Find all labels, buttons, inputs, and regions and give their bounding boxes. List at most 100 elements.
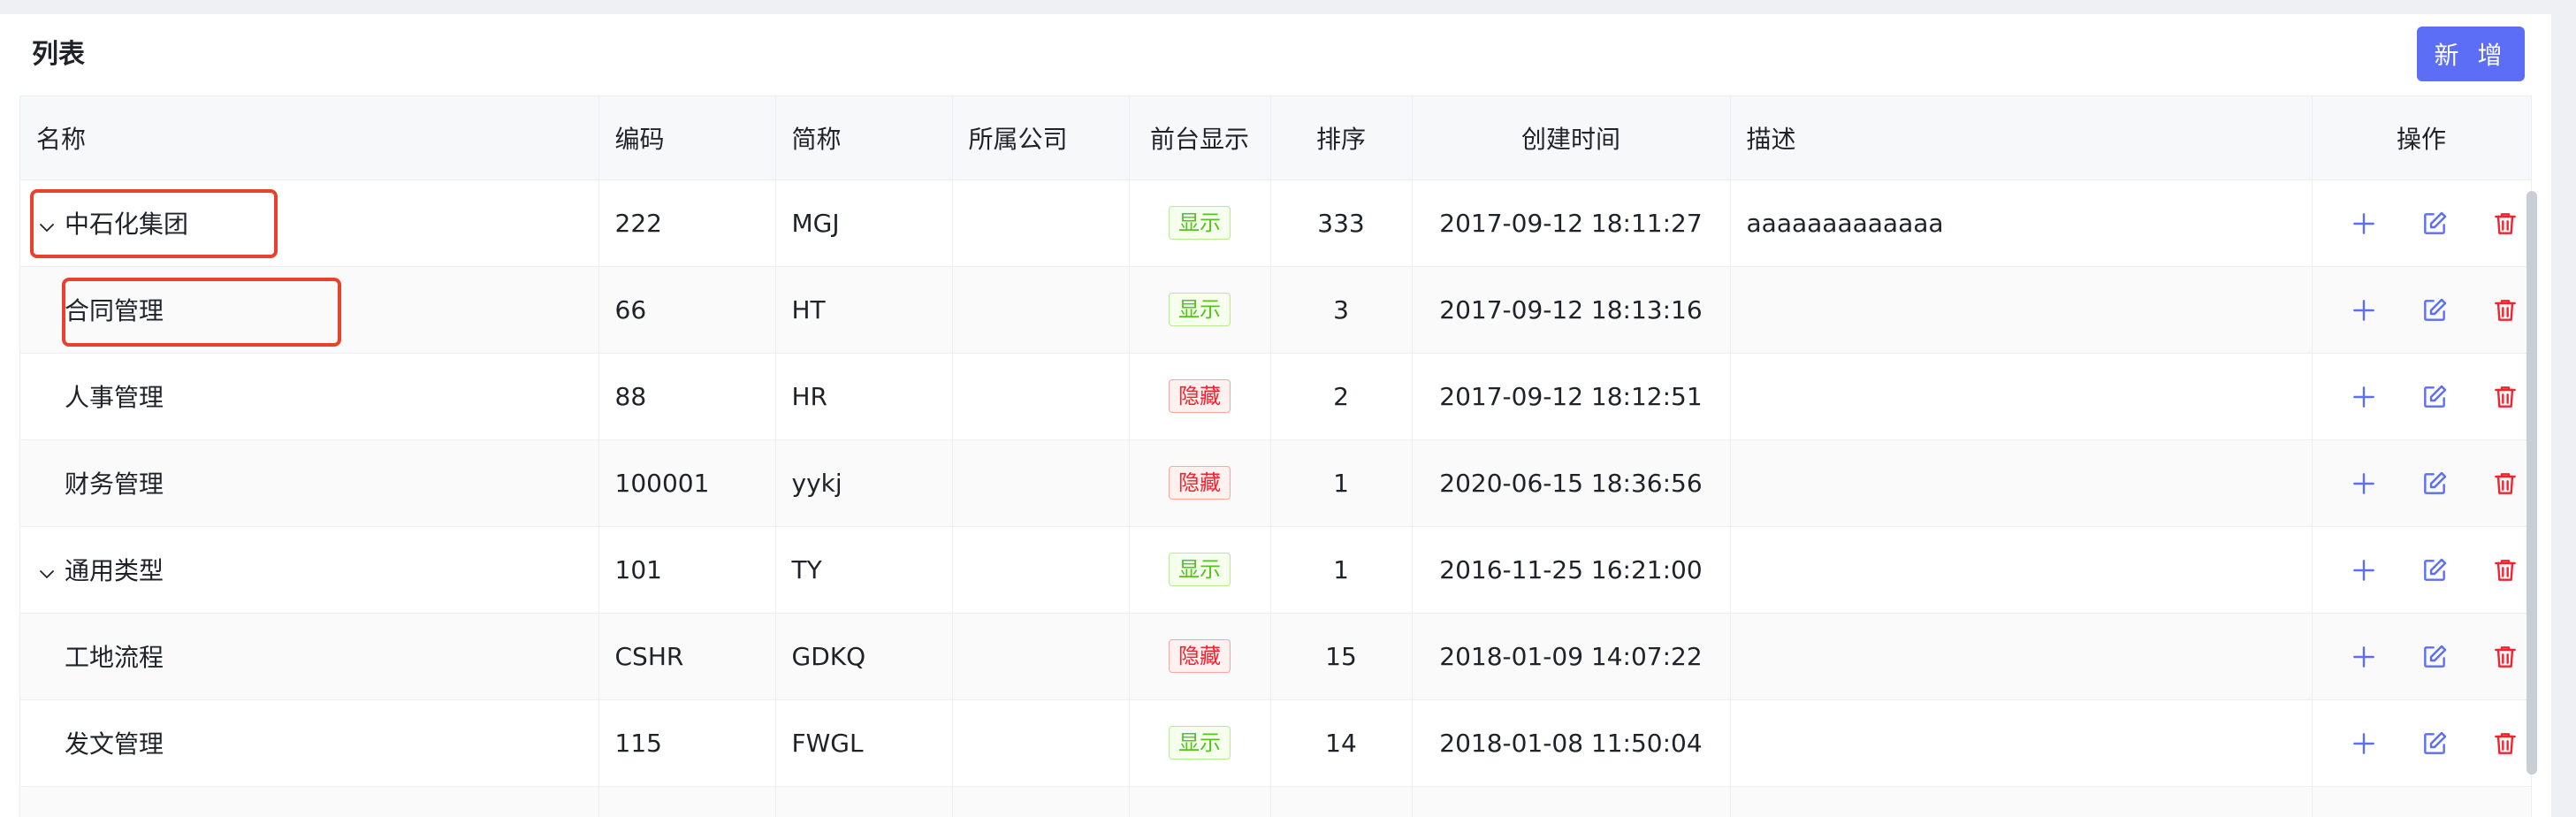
cell-short: GDKQ: [775, 613, 953, 700]
plus-icon[interactable]: [2350, 296, 2378, 325]
column-header-ops: 操作: [2312, 96, 2531, 180]
cell-desc: [1730, 353, 2313, 440]
plus-icon[interactable]: [2350, 729, 2378, 758]
cell-name: 通用类型: [20, 526, 599, 614]
table-header: 名称 编码 简称 所属公司 前台显示 排序 创建时间 描述 操作: [20, 96, 2531, 180]
list-panel: 列表 新 增 名称 编码 简称 所属公司 前台显示 排序 创建时间 描述 操作 …: [0, 14, 2551, 817]
cell-actions: [2312, 179, 2531, 267]
table-row: 财务管理 100001 yykj 隐藏 1 2020-06-15 18:36:56: [20, 439, 2531, 527]
chevron-down-icon[interactable]: [36, 561, 57, 583]
cell-short: FWGL: [775, 699, 953, 787]
cell-code: 88: [598, 353, 776, 440]
row-name-label: 通用类型: [65, 556, 164, 585]
edit-icon[interactable]: [2420, 296, 2449, 325]
row-name-label: 人事管理: [65, 383, 164, 412]
cell-short: HR: [775, 353, 953, 440]
cell-company: [952, 266, 1130, 354]
edit-icon[interactable]: [2420, 729, 2449, 758]
row-name-label: 中石化集团: [65, 210, 189, 239]
data-table: 名称 编码 简称 所属公司 前台显示 排序 创建时间 描述 操作 中石化集团 22…: [19, 95, 2532, 817]
cell-company: [952, 613, 1130, 700]
cell-desc: [1730, 699, 2313, 787]
column-header-short: 简称: [775, 96, 953, 180]
cell-desc: [1730, 439, 2313, 527]
cell-company: [952, 526, 1130, 614]
panel-header: 列表 新 增: [0, 14, 2551, 95]
plus-icon[interactable]: [2350, 383, 2378, 411]
cell-company: [952, 439, 1130, 527]
row-name-label: 工地流程: [65, 643, 164, 672]
cell-actions: [2312, 613, 2531, 700]
cell-name: 工地流程: [20, 613, 599, 700]
column-header-created: 创建时间: [1412, 96, 1731, 180]
status-badge: 显示: [1169, 553, 1231, 586]
cell-display: 隐藏: [1129, 439, 1271, 527]
cell-order: 15: [1270, 613, 1413, 700]
status-badge: 隐藏: [1169, 466, 1231, 500]
cell-order: 1: [1270, 439, 1413, 527]
table-row: 合同管理 66 HT 显示 3 2017-09-12 18:13:16: [20, 266, 2531, 354]
cell-display: 隐藏: [1129, 613, 1271, 700]
plus-icon[interactable]: [2350, 556, 2378, 584]
add-button[interactable]: 新 增: [2417, 27, 2525, 81]
cell-display: 显示: [1129, 526, 1271, 614]
status-badge: 隐藏: [1169, 379, 1231, 413]
edit-icon[interactable]: [2420, 643, 2449, 671]
plus-icon[interactable]: [2350, 470, 2378, 498]
table-row: 人事管理 88 HR 隐藏 2 2017-09-12 18:12:51: [20, 353, 2531, 440]
cell-empty: [775, 786, 953, 817]
cell-name: 中石化集团: [20, 179, 599, 267]
cell-created: 2017-09-12 18:13:16: [1412, 266, 1731, 354]
trash-icon[interactable]: [2491, 296, 2519, 325]
plus-icon[interactable]: [2350, 643, 2378, 671]
cell-name: 人事管理: [20, 353, 599, 440]
cell-empty: [598, 786, 776, 817]
cell-display: 显示: [1129, 179, 1271, 267]
cell-created: 2018-01-09 14:07:22: [1412, 613, 1731, 700]
row-name-label: 合同管理: [65, 296, 164, 325]
cell-empty: [1412, 786, 1731, 817]
cell-order: 3: [1270, 266, 1413, 354]
edit-icon[interactable]: [2420, 383, 2449, 411]
cell-empty: [1129, 786, 1271, 817]
column-header-company: 所属公司: [952, 96, 1130, 180]
trash-icon[interactable]: [2491, 643, 2519, 671]
cell-order: 333: [1270, 179, 1413, 267]
cell-short: TY: [775, 526, 953, 614]
plus-icon[interactable]: [2350, 210, 2378, 238]
cell-created: 2016-11-25 16:21:00: [1412, 526, 1731, 614]
trash-icon[interactable]: [2491, 210, 2519, 238]
cell-short: yykj: [775, 439, 953, 527]
trash-icon[interactable]: [2491, 729, 2519, 758]
cell-company: [952, 353, 1130, 440]
cell-company: [952, 179, 1130, 267]
table-row: 发文管理 115 FWGL 显示 14 2018-01-08 11:50:04: [20, 699, 2531, 787]
column-header-name: 名称: [20, 96, 599, 180]
chevron-down-icon[interactable]: [36, 215, 57, 236]
cell-empty: [20, 786, 599, 817]
edit-icon[interactable]: [2420, 556, 2449, 584]
cell-desc: [1730, 266, 2313, 354]
row-name-label: 发文管理: [65, 729, 164, 759]
cell-order: 14: [1270, 699, 1413, 787]
trash-icon[interactable]: [2491, 383, 2519, 411]
cell-order: 1: [1270, 526, 1413, 614]
column-header-display: 前台显示: [1129, 96, 1271, 180]
cell-desc: [1730, 613, 2313, 700]
vertical-scrollbar[interactable]: [2526, 191, 2537, 775]
table-row: 中石化集团 222 MGJ 显示 333 2017-09-12 18:11:27 aaaaa…: [20, 179, 2531, 267]
edit-icon[interactable]: [2420, 470, 2449, 498]
column-header-desc: 描述: [1730, 96, 2313, 180]
cell-empty: [2312, 786, 2531, 817]
cell-name: 发文管理: [20, 699, 599, 787]
table-body: 中石化集团 222 MGJ 显示 333 2017-09-12 18:11:27 aaaaa…: [20, 179, 2531, 817]
trash-icon[interactable]: [2491, 470, 2519, 498]
table-row: 通用类型 101 TY 显示 1 2016-11-25 16:21:00: [20, 526, 2531, 614]
trash-icon[interactable]: [2491, 556, 2519, 584]
status-badge: 显示: [1169, 726, 1231, 760]
cell-created: 2018-01-08 11:50:04: [1412, 699, 1731, 787]
status-badge: 隐藏: [1169, 639, 1231, 673]
cell-code: 115: [598, 699, 776, 787]
edit-icon[interactable]: [2420, 210, 2449, 238]
table-row: 工地流程 CSHR GDKQ 隐藏 15 2018-01-09 14:07:22: [20, 613, 2531, 700]
